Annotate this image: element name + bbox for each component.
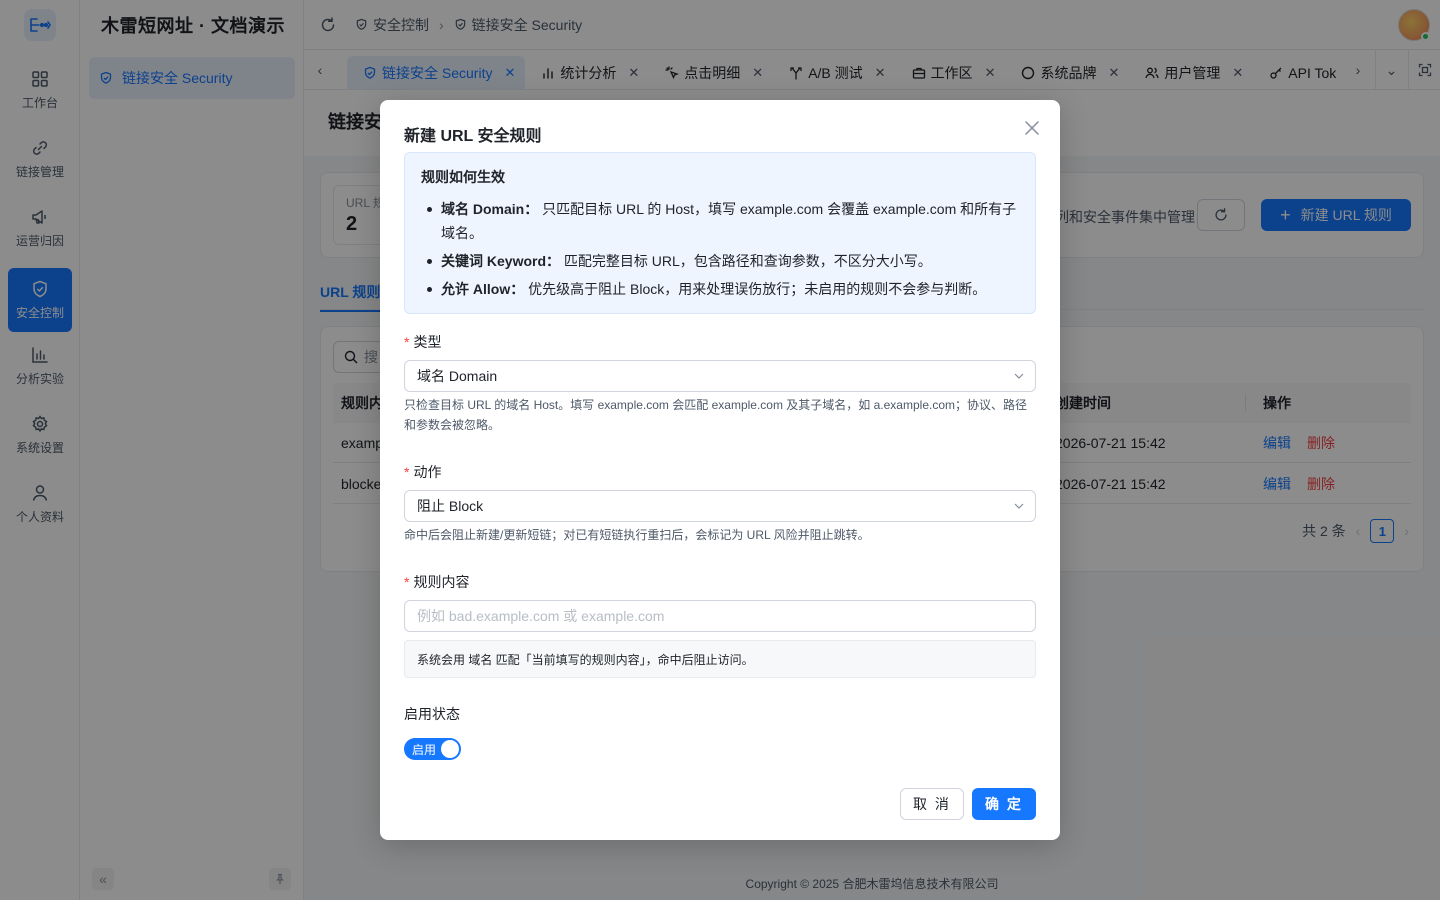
confirm-button[interactable]: 确 定	[972, 788, 1036, 820]
type-label: * 类型	[404, 334, 442, 350]
content-label: * 规则内容	[404, 574, 470, 590]
action-select[interactable]: 阻止 Block	[404, 490, 1036, 522]
new-url-rule-dialog: 新建 URL 安全规则 规则如何生效 域名 Domain： 只匹配目标 URL …	[380, 100, 1060, 840]
action-hint: 命中后会阻止新建/更新短链；对已有短链执行重扫后，会标记为 URL 风险并阻止跳…	[404, 528, 870, 542]
info-item: 允许 Allow： 优先级高于阻止 Block，用来处理误伤放行；未启用的规则不…	[421, 277, 1019, 301]
cancel-button[interactable]: 取 消	[900, 788, 964, 820]
switch-knob	[441, 740, 459, 758]
chevron-down-icon	[1014, 503, 1024, 509]
info-item: 关键词 Keyword： 匹配完整目标 URL，包含路径和查询参数，不区分大小写…	[421, 249, 1019, 273]
match-preview: 系统会用 域名 匹配「当前填写的规则内容」，命中后阻止访问。	[404, 640, 1036, 678]
rule-content-input[interactable]	[404, 600, 1036, 632]
rule-info-box: 规则如何生效 域名 Domain： 只匹配目标 URL 的 Host，填写 ex…	[404, 152, 1036, 314]
type-select[interactable]: 域名 Domain	[404, 360, 1036, 392]
status-label: 启用状态	[404, 706, 460, 722]
info-item: 域名 Domain： 只匹配目标 URL 的 Host，填写 example.c…	[421, 197, 1019, 245]
chevron-down-icon	[1014, 373, 1024, 379]
close-icon[interactable]	[1022, 118, 1042, 138]
enable-switch[interactable]: 启用	[404, 738, 461, 760]
dialog-title: 新建 URL 安全规则	[404, 128, 542, 145]
type-hint: 只检查目标 URL 的域名 Host。填写 example.com 会匹配 ex…	[404, 398, 1028, 432]
action-label: * 动作	[404, 464, 442, 480]
